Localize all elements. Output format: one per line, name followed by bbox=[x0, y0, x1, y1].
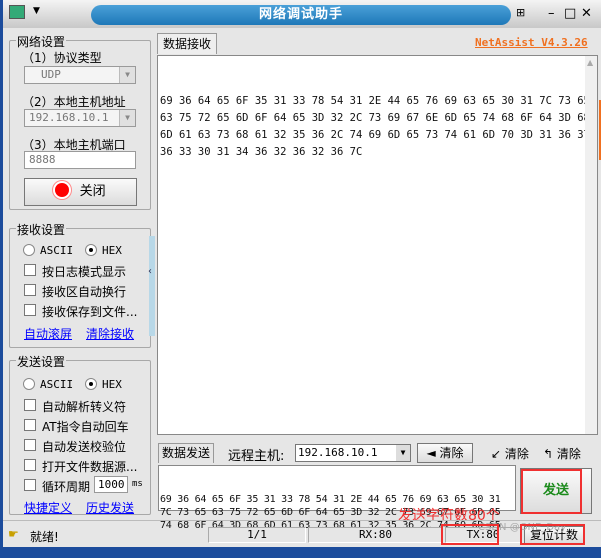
red-light-icon bbox=[55, 183, 70, 197]
send-ascii-label: ASCII bbox=[40, 378, 74, 391]
system-menu-arrow-icon[interactable]: ▼ bbox=[33, 6, 40, 16]
send-settings-title: 发送设置 bbox=[16, 353, 67, 370]
send-hex-label: HEX bbox=[102, 378, 122, 391]
log-mode-label: 按日志模式显示 bbox=[42, 265, 127, 279]
remote-host-value: 192.168.10.1 :888 bbox=[298, 446, 378, 459]
receive-ascii-label: ASCII bbox=[40, 244, 74, 257]
remote-host-select[interactable]: 192.168.10.1 :888 ▼ bbox=[295, 444, 411, 462]
tab-send[interactable]: 数据发送 bbox=[158, 443, 214, 463]
chevron-down-icon[interactable]: ▼ bbox=[119, 110, 135, 126]
pin-icon[interactable]: ⊞ bbox=[516, 6, 525, 19]
receive-textarea[interactable]: 69 36 64 65 6F 35 31 33 78 54 31 2E 44 6… bbox=[157, 55, 598, 435]
receive-text: 69 36 64 65 6F 35 31 33 78 54 31 2E 44 6… bbox=[160, 95, 590, 158]
annotation-box-send bbox=[521, 469, 582, 514]
auto-scroll-link[interactable]: 自动滚屏 bbox=[24, 325, 72, 342]
close-button-label: 关闭 bbox=[79, 184, 106, 199]
clear-remote-button[interactable]: ◄ 清除 bbox=[417, 443, 473, 463]
app-icon[interactable] bbox=[9, 5, 25, 19]
receive-settings-group: 接收设置 ASCII HEX 按日志模式显示 接收区自动换行 接收保存到文件..… bbox=[9, 221, 151, 348]
protocol-select[interactable]: UDP ▼ bbox=[24, 66, 136, 84]
receive-hex-radio[interactable] bbox=[85, 244, 97, 256]
clear-receive-link[interactable]: 清除接收 bbox=[86, 325, 134, 342]
window-title: 网络调试助手 bbox=[91, 5, 511, 25]
save-to-file-label: 接收保存到文件... bbox=[42, 305, 138, 319]
scroll-up-icon[interactable]: ▲ bbox=[587, 58, 593, 67]
annotation-box-reset bbox=[520, 524, 585, 545]
clear-send-label: 清除 bbox=[556, 447, 581, 461]
tab-receive[interactable]: 数据接收 bbox=[157, 33, 217, 54]
escape-parse-checkbox[interactable] bbox=[24, 399, 36, 411]
auto-wrap-checkbox[interactable] bbox=[24, 284, 36, 296]
version-link[interactable]: NetAssist V4.3.26 bbox=[475, 36, 588, 49]
clear-receive-count-button[interactable]: ↙ 清除 bbox=[491, 445, 529, 462]
send-ascii-radio[interactable] bbox=[23, 378, 35, 390]
status-page: 1/1 bbox=[208, 527, 306, 543]
checksum-label: 自动发送校验位 bbox=[42, 440, 127, 454]
host-select[interactable]: 192.168.10.1 ▼ bbox=[24, 109, 136, 127]
arrow-up-icon: ↰ bbox=[543, 447, 557, 461]
panel-collapse-handle[interactable]: ‹ bbox=[148, 236, 155, 336]
network-settings-title: 网络设置 bbox=[16, 33, 67, 50]
protocol-value: UDP bbox=[41, 68, 61, 81]
receive-settings-title: 接收设置 bbox=[16, 221, 67, 238]
loop-unit: ms bbox=[132, 479, 143, 489]
loop-checkbox[interactable] bbox=[24, 479, 36, 491]
hand-pointer-icon: ☛ bbox=[8, 527, 19, 541]
port-input[interactable]: 8888 bbox=[24, 151, 136, 169]
shortcut-define-link[interactable]: 快捷定义 bbox=[24, 499, 72, 516]
receive-scrollbar[interactable]: ▲ bbox=[585, 56, 597, 434]
save-to-file-checkbox[interactable] bbox=[24, 304, 36, 316]
status-rx-count: RX:80 bbox=[308, 527, 443, 543]
title-bar: ▼ 网络调试助手 ⊞ – □ ✕ bbox=[3, 0, 601, 28]
checksum-checkbox[interactable] bbox=[24, 439, 36, 451]
maximize-button[interactable]: □ bbox=[564, 6, 576, 21]
send-hex-radio[interactable] bbox=[85, 378, 97, 390]
loop-label: 循环周期 bbox=[42, 480, 91, 494]
chevron-down-icon[interactable]: ▼ bbox=[396, 445, 410, 461]
app-window: ▼ 网络调试助手 ⊞ – □ ✕ 网络设置 （1）协议类型 UDP ▼ （2）本地… bbox=[3, 0, 601, 547]
escape-parse-label: 自动解析转义符 bbox=[42, 400, 127, 414]
file-source-checkbox[interactable] bbox=[24, 459, 36, 471]
annotation-box-tx bbox=[441, 524, 499, 545]
loop-period-input[interactable]: 1000 bbox=[94, 476, 128, 493]
receive-hex-label: HEX bbox=[102, 244, 122, 257]
close-connection-button[interactable]: 关闭 bbox=[24, 178, 137, 206]
network-settings-group: 网络设置 （1）协议类型 UDP ▼ （2）本地主机地址 192.168.10.1… bbox=[9, 33, 151, 210]
send-settings-group: 发送设置 ASCII HEX 自动解析转义符 AT指令自动回车 自动发送校验位 … bbox=[9, 353, 151, 516]
clear-send-button[interactable]: ↰ 清除 bbox=[543, 445, 581, 462]
status-divider bbox=[3, 520, 601, 521]
arrow-left-icon: ◄ bbox=[426, 446, 440, 460]
chevron-down-icon[interactable]: ▼ bbox=[119, 67, 135, 83]
file-source-label: 打开文件数据源... bbox=[42, 460, 138, 474]
at-cr-label: AT指令自动回车 bbox=[42, 420, 129, 434]
close-window-button[interactable]: ✕ bbox=[581, 6, 592, 21]
arrow-down-left-icon: ↙ bbox=[491, 447, 505, 461]
remote-host-label: 远程主机: bbox=[228, 449, 285, 464]
auto-wrap-label: 接收区自动换行 bbox=[42, 285, 127, 299]
host-value: 192.168.10.1 bbox=[29, 111, 109, 124]
host-label: （2）本地主机地址 bbox=[22, 95, 126, 109]
protocol-label: （1）协议类型 bbox=[22, 51, 102, 65]
receive-ascii-radio[interactable] bbox=[23, 244, 35, 256]
minimize-button[interactable]: – bbox=[548, 6, 555, 21]
clear-remote-label: 清除 bbox=[439, 446, 464, 460]
clear-receive-count-label: 清除 bbox=[504, 447, 529, 461]
log-mode-checkbox[interactable] bbox=[24, 264, 36, 276]
at-cr-checkbox[interactable] bbox=[24, 419, 36, 431]
status-ready: 就绪! bbox=[30, 530, 59, 544]
chevron-left-icon: ‹ bbox=[148, 266, 152, 277]
send-history-link[interactable]: 历史发送 bbox=[86, 499, 134, 516]
